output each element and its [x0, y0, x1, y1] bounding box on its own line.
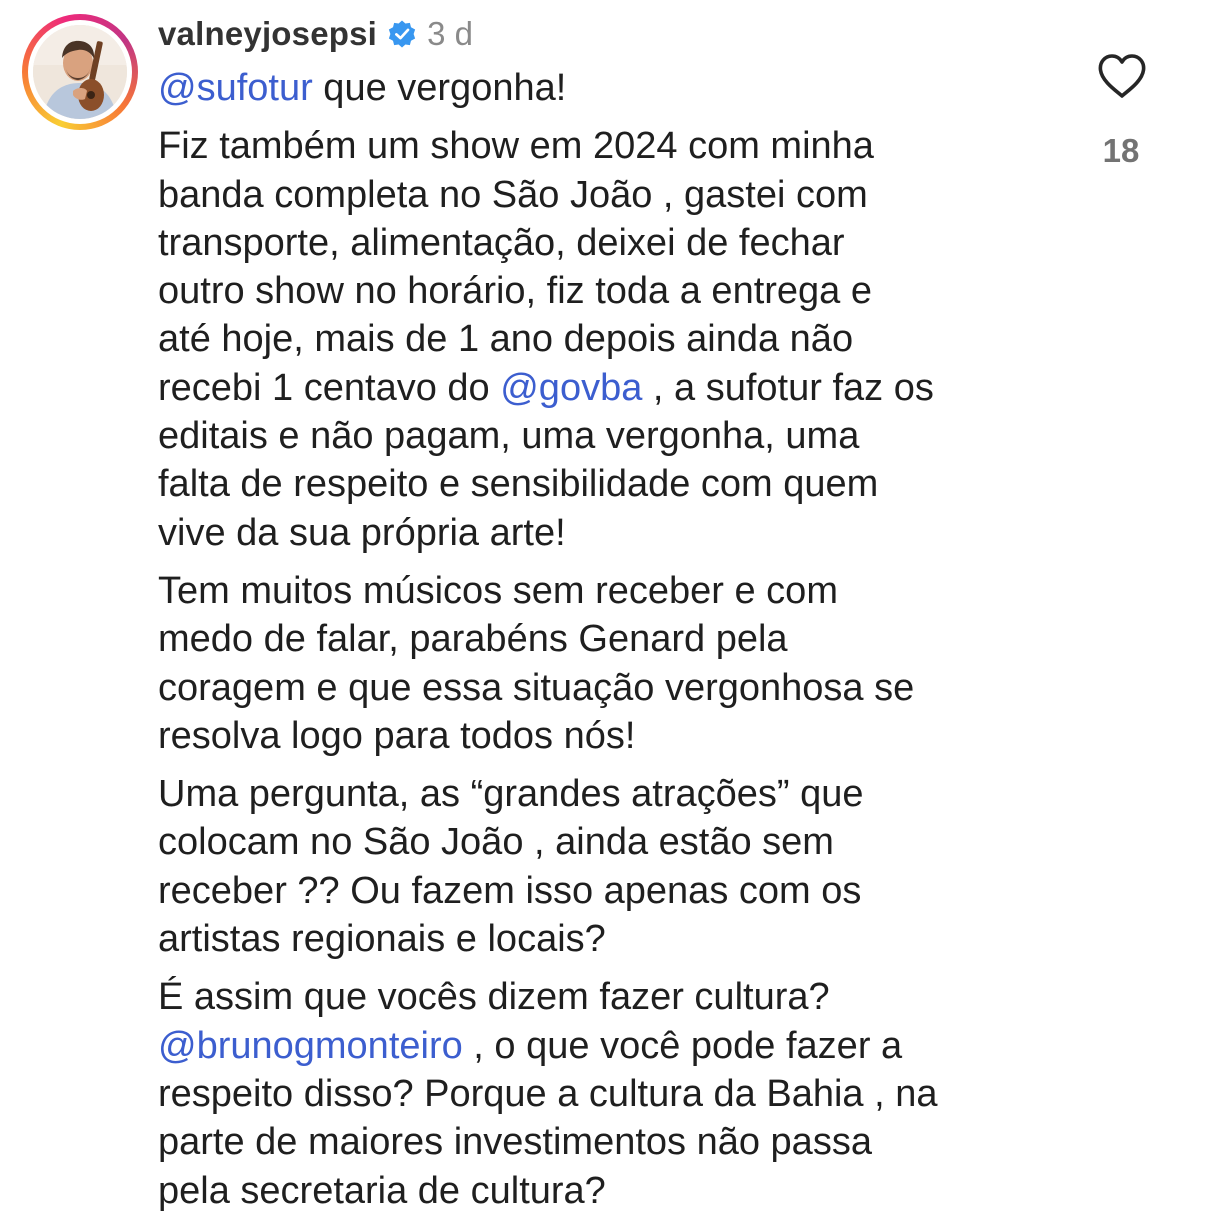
username[interactable]: valneyjosepsi — [158, 15, 377, 53]
avatar[interactable] — [22, 14, 138, 130]
mention-link[interactable]: @sufotur — [158, 67, 313, 109]
comment-header: valneyjosepsi 3 d — [158, 12, 473, 56]
comment-paragraph: Fiz também um show em 2024 com minha ban… — [158, 122, 1058, 557]
comment-time: 3 d — [427, 15, 473, 52]
verified-badge-icon — [388, 20, 416, 48]
avatar-ring-gap — [28, 20, 132, 124]
avatar-illustration — [33, 25, 127, 119]
mention-link[interactable]: @brunogmonteiro — [158, 1025, 463, 1067]
comment-body: @sufotur que vergonha! Fiz também um sho… — [158, 64, 1058, 1225]
like-count: 18 — [1102, 132, 1140, 169]
comment-text: que vergonha! — [312, 67, 567, 109]
like-button[interactable] — [1090, 52, 1154, 100]
comment-paragraph: @sufotur que vergonha! — [158, 64, 1058, 112]
mention-link[interactable]: @govba — [500, 367, 642, 409]
comment-paragraph: É assim que vocês dizem fazer cultura? @… — [158, 973, 1058, 1214]
heart-icon — [1098, 54, 1146, 98]
comment-paragraph: Tem muitos músicos sem receber e com med… — [158, 569, 915, 757]
avatar-photo — [33, 25, 127, 119]
comment-text: É assim que vocês dizem fazer cultura? — [158, 976, 830, 1019]
comment-paragraph: Uma pergunta, as “grandes atrações” que … — [158, 773, 864, 961]
